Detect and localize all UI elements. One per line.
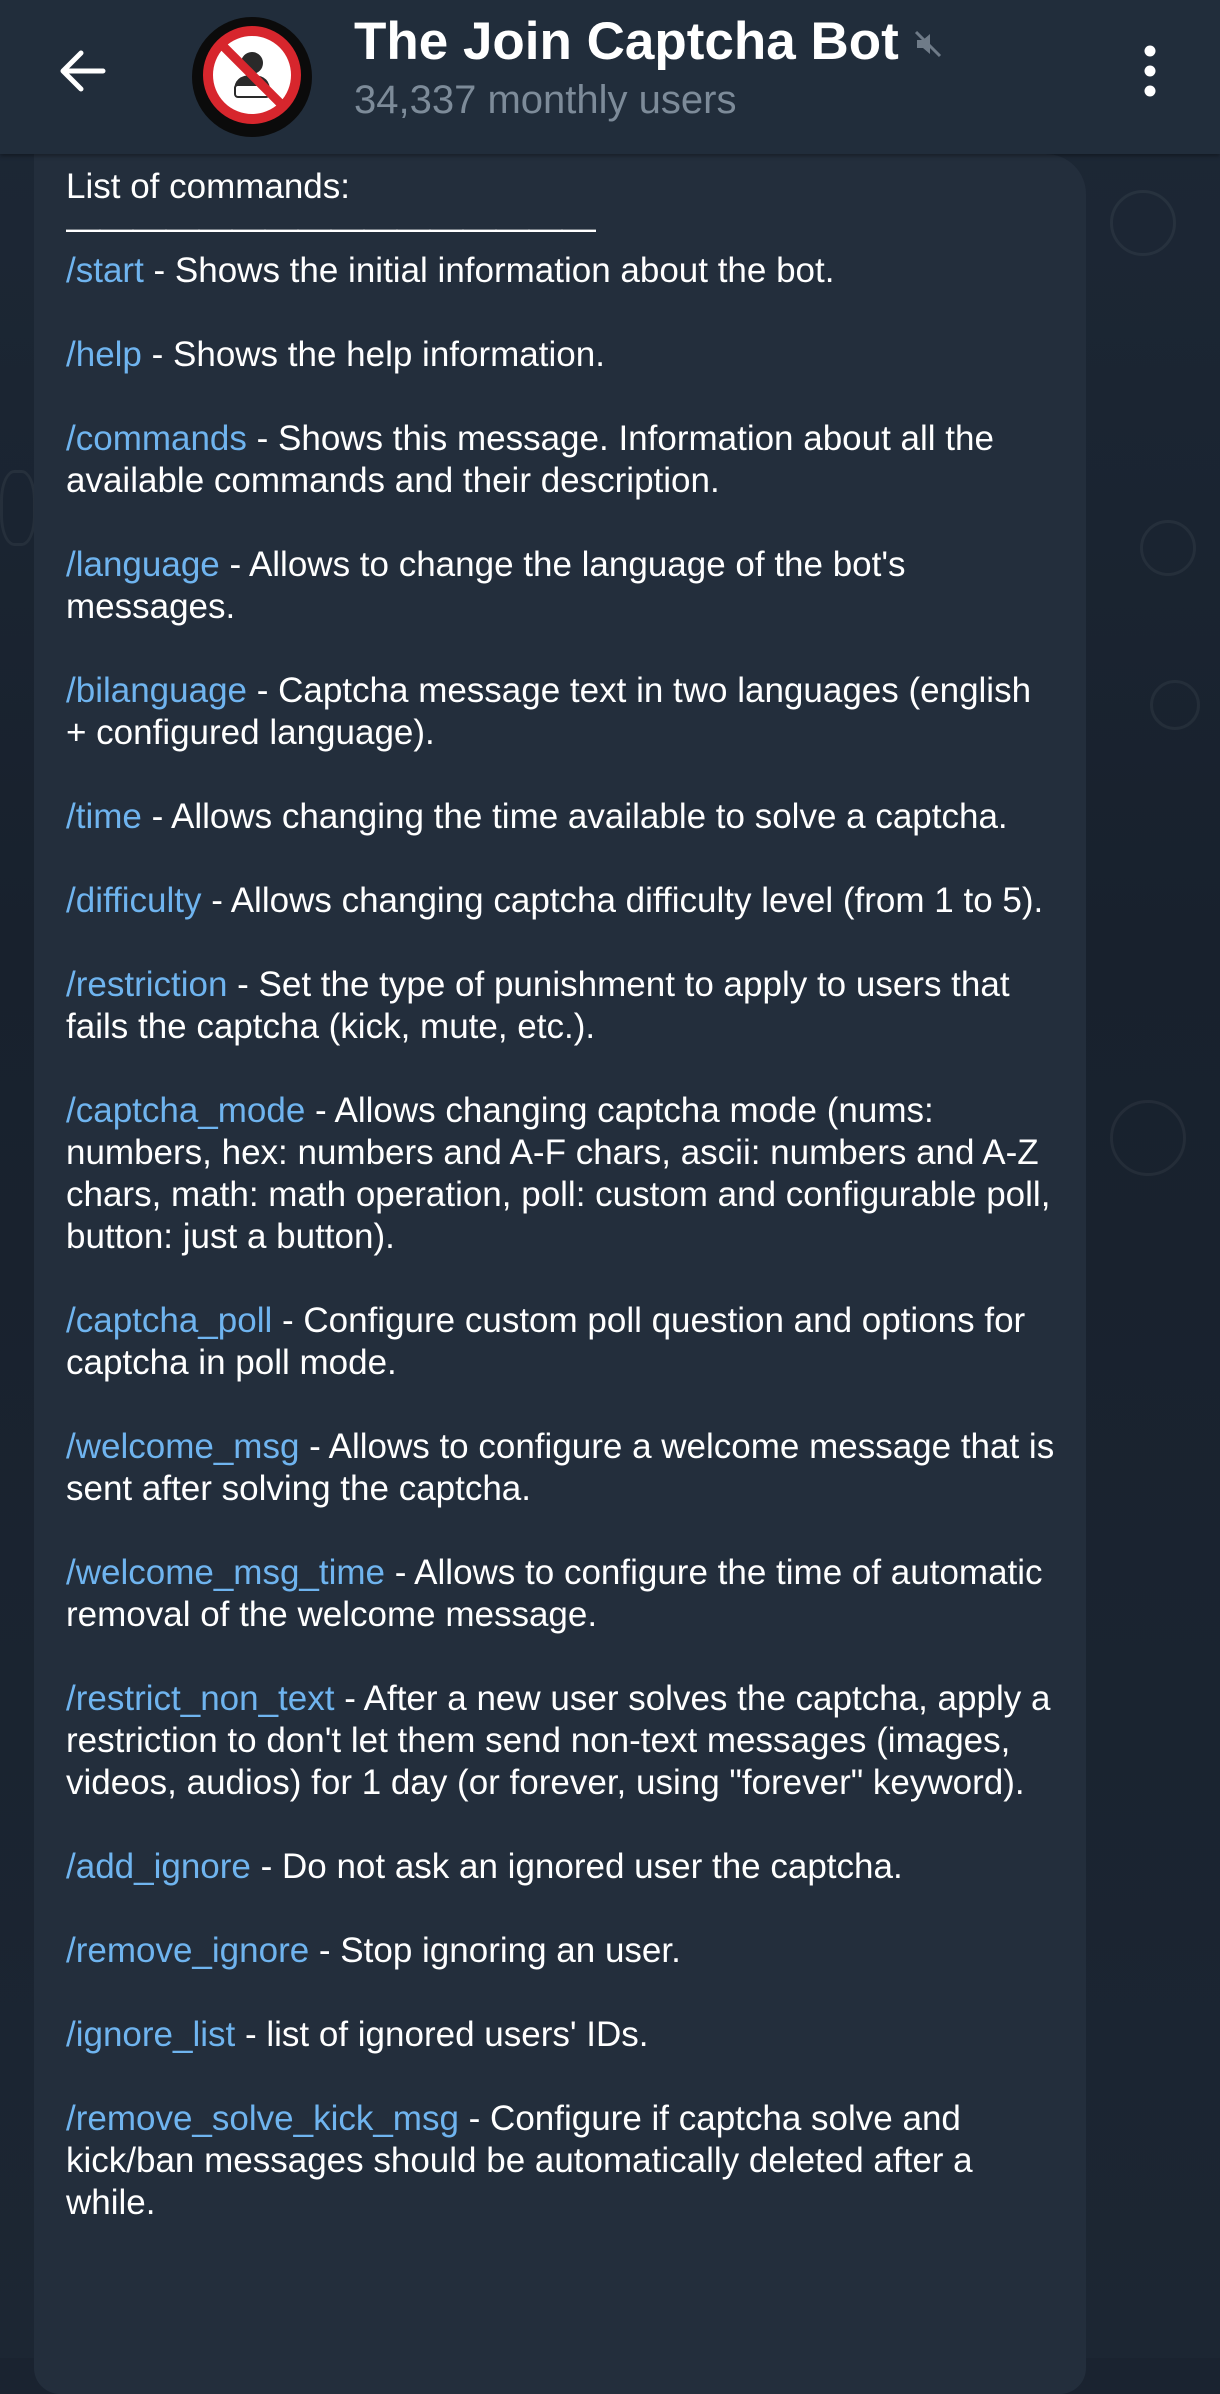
arrow-left-icon — [55, 43, 111, 104]
command-item: /welcome_msg_time - Allows to configure … — [66, 1552, 1056, 1636]
avatar[interactable] — [192, 17, 312, 137]
command-link[interactable]: /captcha_poll — [66, 1301, 272, 1340]
no-bot-sign-icon — [202, 25, 302, 130]
command-item: /start - Shows the initial information a… — [66, 250, 1056, 292]
command-link[interactable]: /help — [66, 335, 142, 374]
command-description: - Shows the initial information about th… — [143, 251, 835, 290]
wallpaper-doodle — [0, 470, 36, 546]
wallpaper-doodle — [1110, 190, 1176, 256]
command-link[interactable]: /difficulty — [66, 881, 202, 920]
command-item: /commands - Shows this message. Informat… — [66, 418, 1056, 502]
command-description: - Do not ask an ignored user the captcha… — [250, 1847, 903, 1886]
command-link[interactable]: /ignore_list — [66, 2015, 235, 2054]
command-link[interactable]: /restriction — [66, 965, 227, 1004]
wallpaper-doodle — [1110, 1100, 1186, 1176]
command-description: - Stop ignoring an user. — [309, 1931, 681, 1970]
wallpaper-doodle — [1140, 520, 1196, 576]
command-item: /difficulty - Allows changing captcha di… — [66, 880, 1056, 922]
command-link[interactable]: /start — [66, 251, 144, 290]
message-heading: List of commands: — [66, 167, 350, 206]
command-link[interactable]: /bilanguage — [66, 671, 247, 710]
command-item: /remove_solve_kick_msg - Configure if ca… — [66, 2098, 1056, 2224]
command-item: /language - Allows to change the languag… — [66, 544, 1056, 628]
command-link[interactable]: /welcome_msg_time — [66, 1553, 385, 1592]
command-item: /welcome_msg - Allows to configure a wel… — [66, 1426, 1056, 1510]
command-item: /ignore_list - list of ignored users' ID… — [66, 2014, 1056, 2056]
command-item: /help - Shows the help information. — [66, 334, 1056, 376]
command-list: /start - Shows the initial information a… — [66, 250, 1056, 2224]
command-description: - Allows changing captcha difficulty lev… — [201, 881, 1044, 920]
command-link[interactable]: /time — [66, 797, 142, 836]
command-item: /restriction - Set the type of punishmen… — [66, 964, 1056, 1048]
command-link[interactable]: /welcome_msg — [66, 1427, 299, 1466]
more-vertical-icon — [1140, 43, 1160, 104]
command-item: /bilanguage - Captcha message text in tw… — [66, 670, 1056, 754]
command-item: /add_ignore - Do not ask an ignored user… — [66, 1846, 1056, 1888]
command-item: /captcha_poll - Configure custom poll qu… — [66, 1300, 1056, 1384]
chat-title: The Join Captcha Bot — [354, 10, 943, 74]
message-text: List of commands: ———————————————— /star… — [66, 166, 1056, 2266]
command-item: /time - Allows changing the time availab… — [66, 796, 1056, 838]
command-item: /captcha_mode - Allows changing captcha … — [66, 1090, 1056, 1258]
back-button[interactable] — [40, 30, 126, 116]
command-description: - Shows the help information. — [141, 335, 605, 374]
speaker-muted-icon — [913, 10, 943, 74]
command-link[interactable]: /remove_ignore — [66, 1931, 309, 1970]
command-link[interactable]: /add_ignore — [66, 1847, 251, 1886]
command-link[interactable]: /remove_solve_kick_msg — [66, 2099, 459, 2138]
more-menu-button[interactable] — [1120, 30, 1180, 116]
command-link[interactable]: /restrict_non_text — [66, 1679, 334, 1718]
command-link[interactable]: /captcha_mode — [66, 1091, 305, 1130]
wallpaper-doodle — [1150, 680, 1200, 730]
command-item: /restrict_non_text - After a new user so… — [66, 1678, 1056, 1804]
command-description: - Allows changing the time available to … — [141, 797, 1008, 836]
command-link[interactable]: /commands — [66, 419, 247, 458]
command-link[interactable]: /language — [66, 545, 220, 584]
chat-title-block[interactable]: The Join Captcha Bot 34,337 monthly user… — [354, 10, 943, 124]
command-description: - list of ignored users' IDs. — [235, 2015, 649, 2054]
message-divider: ———————————————— — [66, 209, 596, 248]
chat-subtitle: 34,337 monthly users — [354, 78, 737, 122]
command-item: /remove_ignore - Stop ignoring an user. — [66, 1930, 1056, 1972]
chat-header: The Join Captcha Bot 34,337 monthly user… — [0, 0, 1220, 154]
chat-title-text: The Join Captcha Bot — [354, 12, 899, 71]
